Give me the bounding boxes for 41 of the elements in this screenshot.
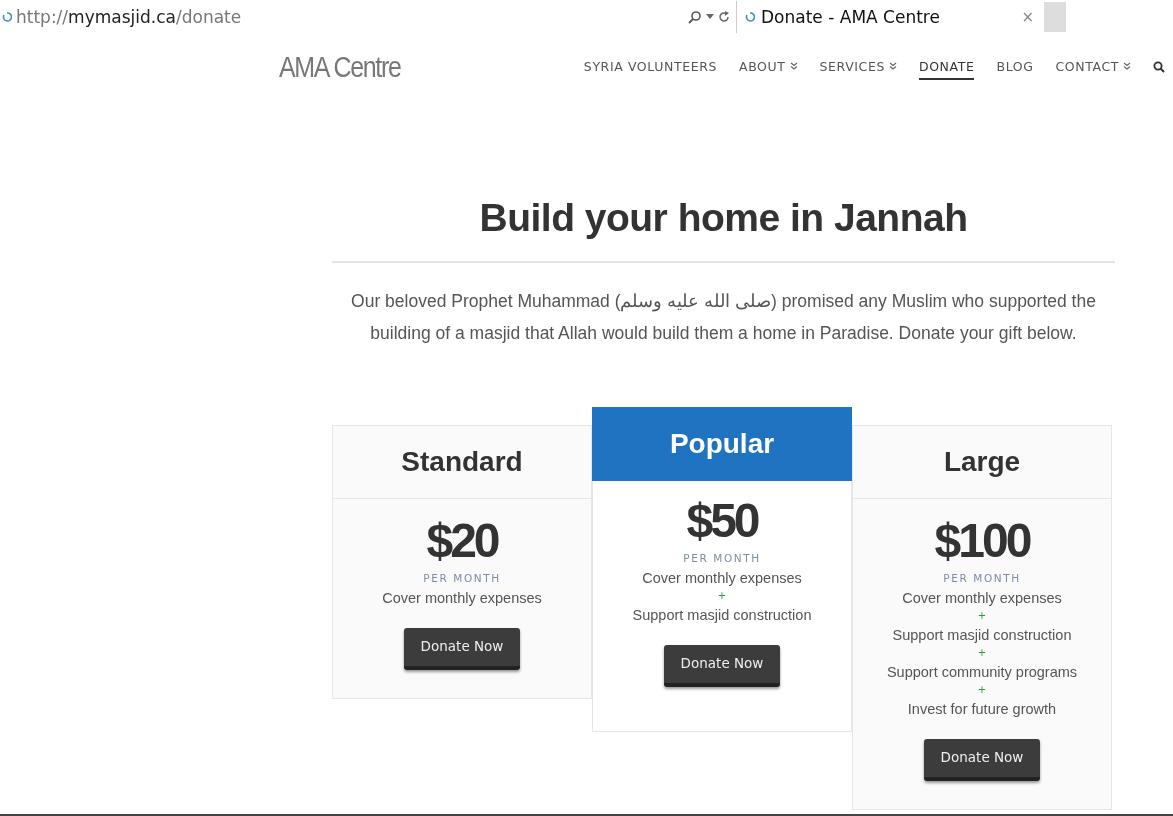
- plan-price: $20: [426, 512, 498, 568]
- plus-separator: +: [977, 646, 987, 658]
- nav-link[interactable]: ABOUT: [739, 54, 798, 80]
- plan-price: $100: [934, 512, 1030, 568]
- plan-name: Standard: [333, 425, 591, 499]
- donate-button[interactable]: Donate Now: [403, 627, 521, 670]
- site-logo[interactable]: AMA Centre: [279, 50, 401, 84]
- plan-name: Large: [853, 425, 1111, 499]
- billing-period: PER MONTH: [423, 571, 501, 584]
- close-tab-button[interactable]: ×: [1021, 8, 1034, 26]
- plan-price: $50: [686, 492, 758, 548]
- page-heading: Build your home in Jannah: [479, 195, 968, 241]
- plan-feature: Support masjid construction: [632, 606, 812, 623]
- plan-feature: Support community programs: [886, 663, 1078, 680]
- loading-icon: [2, 12, 12, 22]
- search-icon[interactable]: [1153, 61, 1165, 73]
- plan-feature: Invest for future growth: [907, 700, 1057, 717]
- url-text: http://mymasjid.ca/donate: [16, 7, 243, 27]
- donate-button[interactable]: Donate Now: [663, 644, 781, 687]
- plan-feature: Cover monthly expenses: [902, 589, 1062, 606]
- dropdown-icon[interactable]: [706, 14, 714, 20]
- plan-name: Popular: [592, 406, 852, 481]
- refresh-icon[interactable]: [718, 11, 730, 23]
- nav-link[interactable]: DONATE: [918, 54, 975, 80]
- nav-link[interactable]: BLOG: [996, 54, 1034, 80]
- donate-button[interactable]: Donate Now: [923, 738, 1041, 781]
- plan-feature: Cover monthly expenses: [642, 569, 802, 586]
- nav-link[interactable]: SERVICES: [819, 54, 897, 80]
- billing-period: PER MONTH: [683, 551, 761, 564]
- search-icon[interactable]: [688, 10, 702, 24]
- plus-separator: +: [977, 609, 987, 621]
- intro-paragraph: Our beloved Prophet Muhammad (صلى الله عليه وسلم) promised any Muslim who supported the building of a masjid that Allah would build them a home in Paradise. Donate your gift below.: [350, 289, 1097, 345]
- billing-period: PER MONTH: [943, 571, 1021, 584]
- plan-feature: Cover monthly expenses: [382, 589, 542, 606]
- plan-feature: Support masjid construction: [892, 626, 1072, 643]
- plus-separator: +: [717, 589, 727, 601]
- address-bar[interactable]: http://mymasjid.ca/donate: [0, 1, 736, 33]
- nav-link[interactable]: SYRIA VOLUNTEERS: [583, 54, 717, 80]
- loading-icon: [745, 12, 755, 22]
- nav-link[interactable]: CONTACT: [1055, 54, 1131, 80]
- plus-separator: +: [977, 683, 987, 695]
